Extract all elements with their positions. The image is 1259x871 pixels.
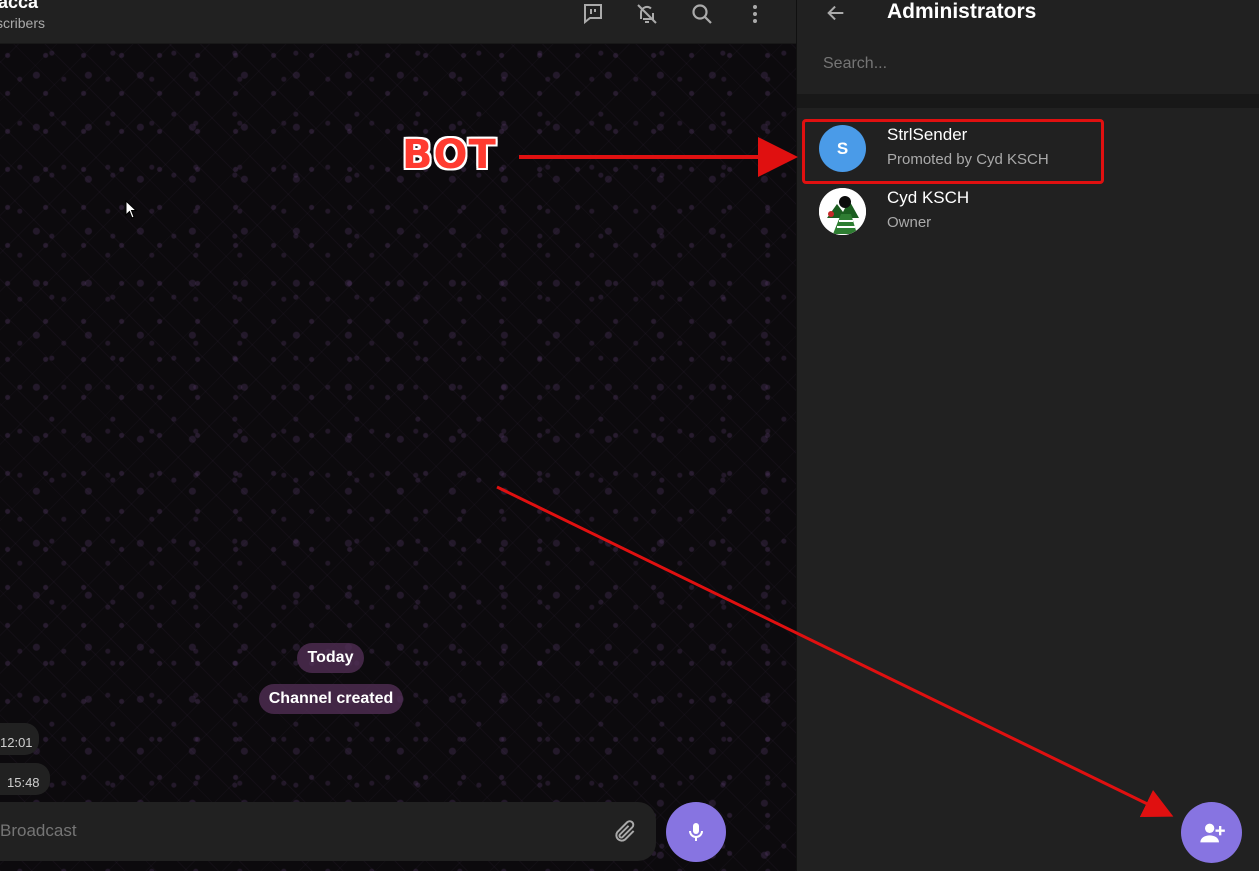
chat-header[interactable]: acca scribers [0,0,796,44]
panel-title: Administrators [887,0,1037,23]
search-icon[interactable] [688,0,716,28]
panel-header: Administrators [797,0,1259,44]
chat-background [0,44,796,871]
annotation-highlight-box [802,119,1104,184]
mute-bell-icon[interactable] [633,0,661,28]
microphone-icon [689,823,703,841]
annotation-label: BOT [402,132,497,178]
channel-subscribers: scribers [0,15,46,31]
message-time: 15:48 [7,775,40,790]
add-admin-button[interactable] [1181,802,1242,863]
owner-avatar-image [819,188,866,235]
message-composer[interactable] [0,802,656,861]
mouse-cursor-icon [125,200,137,219]
message-input[interactable] [0,821,560,841]
discussion-icon[interactable] [579,0,607,28]
avatar [819,188,866,235]
service-message: Channel created [259,684,403,714]
divider [797,94,1259,108]
search-input[interactable] [823,52,1223,76]
date-pill: Today [297,643,364,673]
admin-name: Cyd KSCH [887,188,970,207]
message-bubble[interactable]: 15:48 [0,763,50,795]
message-bubble[interactable]: 12:01 [0,723,39,755]
microphone-button[interactable] [666,802,726,862]
more-vertical-icon[interactable] [741,0,769,28]
admin-role: Owner [887,214,932,231]
admin-list-item[interactable]: Cyd KSCH Owner [797,180,1259,242]
channel-title[interactable]: acca [0,0,38,13]
add-user-icon [1199,823,1225,842]
message-time: 12:01 [0,735,33,750]
attach-icon[interactable] [612,819,638,845]
back-arrow-icon[interactable] [823,0,849,26]
chat-area: acca scribers Today Channel created 12:0… [0,0,796,871]
